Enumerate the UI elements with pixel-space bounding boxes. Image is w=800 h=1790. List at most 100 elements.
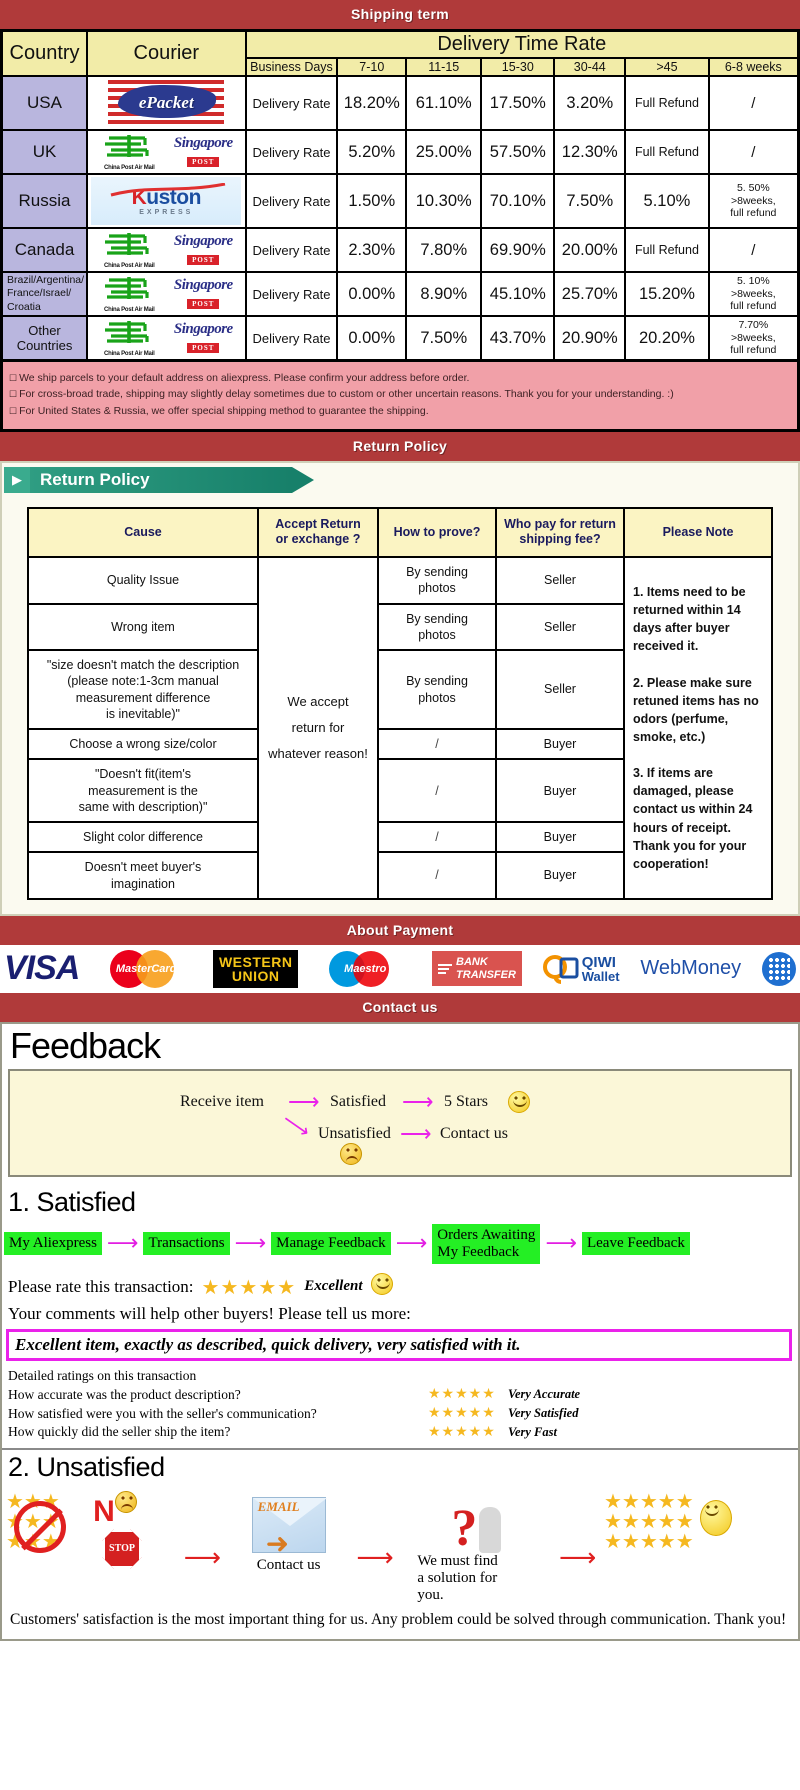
- unsatisfied-heading: 2. Unsatisfied: [8, 1451, 165, 1482]
- chevron-right-icon: ▶: [4, 466, 30, 493]
- feedback-title: Feedback: [10, 1024, 161, 1066]
- shipping-row-usa: USA ePacket Delivery Rate 18.20% 61.10% …: [0, 75, 800, 131]
- brazil-6-8-weeks: 5. 10% >8weeks, full refund: [707, 271, 800, 317]
- satisfied-step-chain: My Aliexpress ⟶ Transactions ⟶ Manage Fe…: [2, 1220, 798, 1271]
- stars-block-icon: ★★★★★ ★★★★★ ★★★★★: [603, 1488, 694, 1553]
- bank-lines-icon: [438, 963, 453, 974]
- shipping-notes: ☐ We ship parcels to your default address…: [0, 362, 800, 432]
- rate-label-russia: Delivery Rate: [244, 173, 339, 229]
- header-range-30-44: 30-44: [553, 57, 627, 77]
- detail-row: How accurate was the product description…: [8, 1385, 792, 1404]
- china-post-air-mail-logo: China Post Air Mail: [92, 319, 166, 357]
- flow-contact-us: Contact us: [440, 1124, 508, 1142]
- uk-6-8-weeks: /: [707, 129, 800, 175]
- singapore-post-logo: Singapore POST: [173, 276, 233, 309]
- chip-transactions[interactable]: Transactions: [143, 1232, 230, 1256]
- comment-text-box[interactable]: Excellent item, exactly as described, qu…: [6, 1329, 792, 1362]
- smiley-sad-icon: [340, 1142, 362, 1170]
- russia-7-10: 1.50%: [336, 173, 408, 229]
- detail-stars-1[interactable]: ★★★★★: [428, 1404, 508, 1423]
- return-policy-section: ▶ Return Policy Cause Accept Return or e…: [0, 460, 800, 916]
- courier-cell-other: China Post Air Mail Singapore POST: [86, 315, 247, 362]
- arrow-right-icon: ⟶: [234, 1230, 267, 1256]
- rp-payer-2: Seller: [495, 649, 625, 731]
- brazil-11-15: 8.90%: [405, 271, 483, 317]
- return-policy-header-row: Cause Accept Return or exchange ? How to…: [27, 506, 773, 559]
- kuston-express-logo: Kuston EXPRESS: [91, 177, 242, 225]
- smiley-sad-icon: [114, 1490, 137, 1518]
- chip-leave-feedback[interactable]: Leave Feedback: [581, 1232, 690, 1256]
- rp-cause-6: Doesn't meet buyer's imagination: [27, 851, 259, 900]
- rating-word: Excellent: [304, 1278, 363, 1295]
- rp-header-prove: How to prove?: [377, 506, 497, 559]
- china-post-glyph: [105, 233, 149, 255]
- canada-30-44: 20.00%: [553, 227, 627, 273]
- five-stars-result: ★★★★★ ★★★★★ ★★★★★: [604, 1491, 794, 1551]
- shipping-note-2: ☐ For cross-broad trade, shipping may sli…: [9, 388, 674, 401]
- arrow-right-icon: ⟶: [106, 1230, 139, 1256]
- usa-over-45: Full Refund: [624, 75, 710, 131]
- return-policy-table: Cause Accept Return or exchange ? How to…: [27, 506, 773, 900]
- detail-stars-0[interactable]: ★★★★★: [428, 1385, 508, 1404]
- header-range-7-10: 7-10: [336, 57, 408, 77]
- detailed-ratings-title: Detailed ratings on this transaction: [8, 1368, 197, 1384]
- detail-stars-2[interactable]: ★★★★★: [428, 1423, 508, 1442]
- rp-cause-3: Choose a wrong size/color: [27, 728, 259, 761]
- brazil-15-30: 45.10%: [480, 271, 556, 317]
- brazil-30-44: 25.70%: [553, 271, 627, 317]
- detail-question-0: How accurate was the product description…: [8, 1386, 241, 1402]
- rp-payer-3: Buyer: [495, 728, 625, 761]
- rp-cause-4: "Doesn't fit(item's measurement is the s…: [27, 758, 259, 824]
- uk-15-30: 57.50%: [480, 129, 556, 175]
- rp-header-payer: Who pay for return shipping fee?: [495, 506, 625, 559]
- canada-over-45: Full Refund: [624, 227, 710, 273]
- canada-15-30: 69.90%: [480, 227, 556, 273]
- country-usa: USA: [0, 75, 89, 131]
- rp-payer-5: Buyer: [495, 821, 625, 854]
- rp-payer-4: Buyer: [495, 758, 625, 824]
- person-icon: [479, 1506, 502, 1553]
- uk-11-15: 25.00%: [405, 129, 483, 175]
- uk-7-10: 5.20%: [336, 129, 408, 175]
- country-canada: Canada: [0, 227, 89, 273]
- other-6-8-weeks: 7.70% >8weeks, full refund: [707, 315, 800, 362]
- other-11-15: 7.50%: [405, 315, 483, 362]
- shipping-row-brazil-group: Brazil/Argentina/ France/Israel/ Croatia: [0, 271, 800, 317]
- chip-orders-awaiting-my-feedback[interactable]: Orders Awaiting My Feedback: [432, 1223, 541, 1265]
- header-country: Country: [0, 29, 89, 77]
- rp-cause-1: Wrong item: [27, 602, 259, 652]
- unsatisfied-footnote: Customers' satisfaction is the most impo…: [10, 1610, 787, 1628]
- rate-prompt: Please rate this transaction:: [8, 1276, 194, 1296]
- china-post-air-mail-logo: China Post Air Mail: [92, 133, 166, 171]
- canada-11-15: 7.80%: [405, 227, 483, 273]
- rp-payer-0: Seller: [495, 556, 625, 605]
- banner-contact-us: Contact us: [0, 992, 800, 1022]
- rp-prove-3: /: [377, 728, 497, 761]
- qiwi-wallet-icon: [542, 954, 579, 984]
- flow-receive-item: Receive item: [180, 1092, 264, 1110]
- banner-shipping-term: Shipping term: [0, 0, 800, 29]
- return-policy-tab-label: Return Policy: [30, 466, 292, 493]
- payment-logos: VISA MasterCard WESTERN UNION Maestro BA…: [0, 944, 800, 993]
- chip-manage-feedback[interactable]: Manage Feedback: [271, 1232, 391, 1256]
- chip-my-aliexpress[interactable]: My Aliexpress: [4, 1232, 102, 1256]
- header-range-11-15: 11-15: [405, 57, 483, 77]
- rate-label-other: Delivery Rate: [244, 315, 339, 362]
- feedback-flow-diagram: Receive item ⟶ Satisfied ⟶ 5 Stars ⟶ Uns…: [8, 1068, 792, 1177]
- russia-over-45: 5.10%: [624, 173, 710, 229]
- russia-30-44: 7.50%: [553, 173, 627, 229]
- tab-arrow-shape: [292, 466, 314, 493]
- rp-prove-1: By sending photos: [377, 602, 497, 652]
- rp-prove-6: /: [377, 851, 497, 900]
- rating-stars[interactable]: ★★★★★: [202, 1275, 297, 1299]
- return-policy-tab: ▶ Return Policy: [4, 465, 314, 495]
- country-uk: UK: [0, 129, 89, 175]
- arrow-right-icon: ⟶: [400, 1120, 432, 1146]
- shipping-row-other-countries: Other Countries China Post Air Mail Sing…: [0, 315, 800, 362]
- no-stars-group: ★★★ ★★★ ★★★ N STOP: [6, 1490, 176, 1575]
- unsatisfied-flow: ★★★★★★★★★ N STOP ⟶ EMAIL ➜ Contact us: [2, 1485, 798, 1604]
- singapore-post-logo: Singapore POST: [173, 232, 233, 265]
- shipping-note-3: ☐ For United States & Russia, we offer sp…: [9, 404, 429, 417]
- shipping-table-section: Country Courier Delivery Time Rate Busin…: [0, 29, 800, 432]
- russia-11-15: 10.30%: [405, 173, 483, 229]
